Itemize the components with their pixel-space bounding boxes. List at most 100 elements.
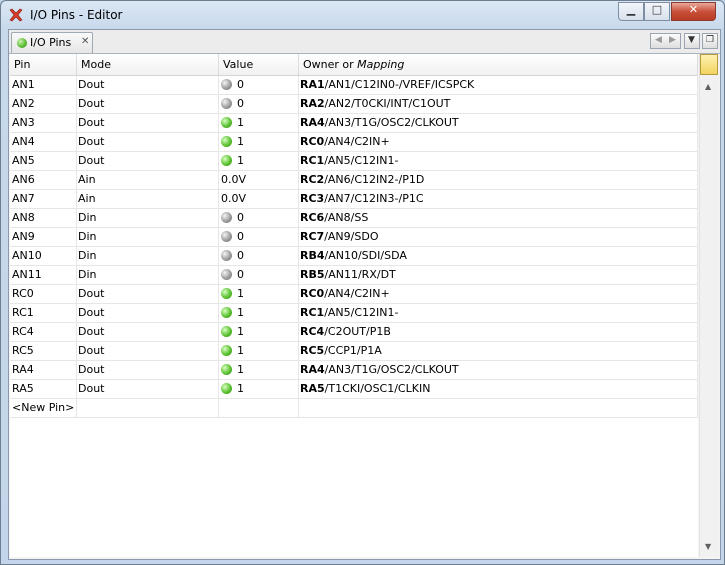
pin-cell[interactable]: RA5 <box>10 380 77 398</box>
value-cell[interactable]: 0.0V <box>219 171 299 189</box>
owner-cell[interactable]: RC7/AN9/SDO <box>299 228 698 246</box>
owner-cell[interactable]: RC0/AN4/C2IN+ <box>299 133 698 151</box>
mode-cell[interactable]: Dout <box>77 361 219 379</box>
value-cell[interactable]: 0 <box>219 247 299 265</box>
table-row[interactable]: AN9 Din 0 RC7/AN9/SDO <box>10 228 698 247</box>
mode-cell[interactable]: Ain <box>77 171 219 189</box>
table-row[interactable]: AN1 Dout 0 RA1/AN1/C12IN0-/VREF/ICSPCK <box>10 76 698 95</box>
mode-cell[interactable]: Dout <box>77 285 219 303</box>
value-cell[interactable]: 0 <box>219 76 299 94</box>
pin-cell[interactable]: AN7 <box>10 190 77 208</box>
pin-cell[interactable]: AN8 <box>10 209 77 227</box>
value-cell[interactable]: 0 <box>219 209 299 227</box>
owner-cell[interactable]: RB4/AN10/SDI/SDA <box>299 247 698 265</box>
mode-cell[interactable]: Din <box>77 228 219 246</box>
owner-cell[interactable]: RA4/AN3/T1G/OSC2/CLKOUT <box>299 361 698 379</box>
table-row[interactable]: RC5 Dout 1 RC5/CCP1/P1A <box>10 342 698 361</box>
value-cell[interactable]: 1 <box>219 285 299 303</box>
pin-cell[interactable]: AN1 <box>10 76 77 94</box>
owner-cell[interactable]: RC0/AN4/C2IN+ <box>299 285 698 303</box>
mode-cell[interactable]: Dout <box>77 323 219 341</box>
value-cell[interactable]: 0.0V <box>219 190 299 208</box>
table-row[interactable]: AN7 Ain 0.0V RC3/AN7/C12IN3-/P1C <box>10 190 698 209</box>
table-row[interactable]: AN11 Din 0 RB5/AN11/RX/DT <box>10 266 698 285</box>
value-cell[interactable]: 1 <box>219 380 299 398</box>
mode-cell[interactable]: Din <box>77 247 219 265</box>
value-cell[interactable]: 1 <box>219 323 299 341</box>
table-row[interactable]: AN10 Din 0 RB4/AN10/SDI/SDA <box>10 247 698 266</box>
mode-cell[interactable]: Din <box>77 209 219 227</box>
value-cell[interactable]: 1 <box>219 342 299 360</box>
new-pin-cell[interactable]: <New Pin> <box>10 399 77 417</box>
owner-cell[interactable]: RB5/AN11/RX/DT <box>299 266 698 284</box>
column-header-owner[interactable]: Owner or Mapping <box>299 54 698 75</box>
owner-cell[interactable]: RA5/T1CKI/OSC1/CLKIN <box>299 380 698 398</box>
tab-list-button[interactable]: ▼ <box>684 33 700 49</box>
mode-cell[interactable]: Dout <box>77 304 219 322</box>
pin-cell[interactable]: RA4 <box>10 361 77 379</box>
owner-cell[interactable]: RA1/AN1/C12IN0-/VREF/ICSPCK <box>299 76 698 94</box>
pin-cell[interactable]: AN9 <box>10 228 77 246</box>
pin-cell[interactable]: RC0 <box>10 285 77 303</box>
minimize-button[interactable]: ▁ <box>618 2 644 21</box>
mode-cell[interactable]: Din <box>77 266 219 284</box>
vertical-scrollbar[interactable]: ▲ ▼ <box>699 54 719 557</box>
new-pin-row[interactable]: <New Pin> <box>10 399 698 418</box>
close-button[interactable]: ✕ <box>671 2 716 21</box>
value-cell[interactable]: 1 <box>219 304 299 322</box>
column-header-value[interactable]: Value <box>219 54 299 75</box>
scroll-up-icon[interactable]: ▲ <box>705 82 711 91</box>
mode-cell[interactable]: Dout <box>77 380 219 398</box>
value-cell[interactable]: 1 <box>219 114 299 132</box>
mode-cell[interactable]: Dout <box>77 133 219 151</box>
pin-cell[interactable]: AN10 <box>10 247 77 265</box>
mode-cell[interactable]: Dout <box>77 342 219 360</box>
pin-cell[interactable]: RC4 <box>10 323 77 341</box>
table-row[interactable]: AN4 Dout 1 RC0/AN4/C2IN+ <box>10 133 698 152</box>
owner-cell[interactable]: RA4/AN3/T1G/OSC2/CLKOUT <box>299 114 698 132</box>
mode-cell[interactable]: Ain <box>77 190 219 208</box>
mode-cell[interactable]: Dout <box>77 152 219 170</box>
table-row[interactable]: AN6 Ain 0.0V RC2/AN6/C12IN2-/P1D <box>10 171 698 190</box>
tab-close-icon[interactable]: ✕ <box>81 36 89 47</box>
scroll-left-icon[interactable]: ◀ <box>655 35 662 45</box>
column-header-mode[interactable]: Mode <box>77 54 219 75</box>
table-row[interactable]: AN3 Dout 1 RA4/AN3/T1G/OSC2/CLKOUT <box>10 114 698 133</box>
table-row[interactable]: RA5 Dout 1 RA5/T1CKI/OSC1/CLKIN <box>10 380 698 399</box>
scroll-down-icon[interactable]: ▼ <box>705 542 711 551</box>
pin-cell[interactable]: AN5 <box>10 152 77 170</box>
table-row[interactable]: RC0 Dout 1 RC0/AN4/C2IN+ <box>10 285 698 304</box>
value-cell[interactable]: 1 <box>219 152 299 170</box>
title-bar[interactable]: I/O Pins - Editor ▁ □ ✕ <box>1 1 724 29</box>
owner-cell[interactable]: RC2/AN6/C12IN2-/P1D <box>299 171 698 189</box>
pin-cell[interactable]: AN2 <box>10 95 77 113</box>
pin-cell[interactable]: AN4 <box>10 133 77 151</box>
pin-cell[interactable]: AN6 <box>10 171 77 189</box>
tab-io-pins[interactable]: I/O Pins ✕ <box>11 32 93 53</box>
value-cell[interactable]: 1 <box>219 133 299 151</box>
column-header-pin[interactable]: Pin <box>10 54 77 75</box>
table-row[interactable]: RA4 Dout 1 RA4/AN3/T1G/OSC2/CLKOUT <box>10 361 698 380</box>
value-cell[interactable]: 1 <box>219 361 299 379</box>
mode-cell[interactable]: Dout <box>77 95 219 113</box>
mode-cell[interactable]: Dout <box>77 76 219 94</box>
pin-cell[interactable]: AN3 <box>10 114 77 132</box>
owner-cell[interactable]: RC3/AN7/C12IN3-/P1C <box>299 190 698 208</box>
maximize-button[interactable]: □ <box>644 2 670 21</box>
table-row[interactable]: RC1 Dout 1 RC1/AN5/C12IN1- <box>10 304 698 323</box>
maximize-window-button[interactable]: ❐ <box>702 33 718 49</box>
table-row[interactable]: AN2 Dout 0 RA2/AN2/T0CKI/INT/C1OUT <box>10 95 698 114</box>
owner-cell[interactable]: RC5/CCP1/P1A <box>299 342 698 360</box>
owner-cell[interactable]: RC6/AN8/SS <box>299 209 698 227</box>
value-cell[interactable]: 0 <box>219 266 299 284</box>
pin-cell[interactable]: AN11 <box>10 266 77 284</box>
owner-cell[interactable]: RC1/AN5/C12IN1- <box>299 152 698 170</box>
owner-cell[interactable]: RA2/AN2/T0CKI/INT/C1OUT <box>299 95 698 113</box>
scroll-right-icon[interactable]: ▶ <box>669 35 676 45</box>
table-row[interactable]: AN5 Dout 1 RC1/AN5/C12IN1- <box>10 152 698 171</box>
table-row[interactable]: AN8 Din 0 RC6/AN8/SS <box>10 209 698 228</box>
table-row[interactable]: RC4 Dout 1 RC4/C2OUT/P1B <box>10 323 698 342</box>
owner-cell[interactable]: RC4/C2OUT/P1B <box>299 323 698 341</box>
owner-cell[interactable]: RC1/AN5/C12IN1- <box>299 304 698 322</box>
pin-cell[interactable]: RC1 <box>10 304 77 322</box>
